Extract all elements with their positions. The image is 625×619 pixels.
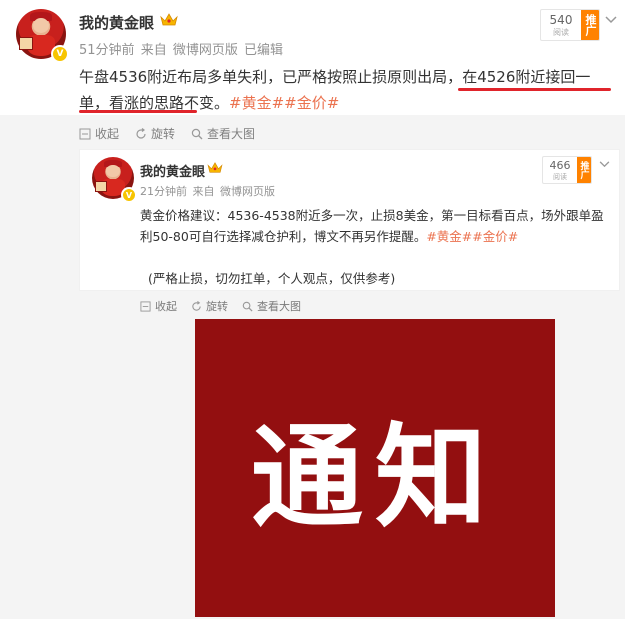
post-text-main: 午盘4536附近布局多单失利，已严格按照止损原则出局，: [79, 68, 463, 86]
view-large-button[interactable]: 查看大图: [191, 125, 255, 142]
retweet-tags[interactable]: #黄金##金价#: [426, 229, 518, 244]
zoom-icon: [242, 301, 253, 312]
read-count-box[interactable]: 540 阅读 推广: [540, 9, 600, 41]
username[interactable]: 我的黄金眼: [79, 12, 154, 33]
retweet-text: 黄金价格建议：4536-4538附近多一次，止损8美金，第一目标看百点，场外跟单…: [140, 208, 604, 244]
view-large-button[interactable]: 查看大图: [242, 298, 301, 314]
chevron-down-icon[interactable]: [599, 157, 610, 171]
post-time[interactable]: 51分钟前: [79, 43, 135, 58]
notice-image[interactable]: 通知: [195, 319, 555, 617]
image-actions: 收起 旋转 查看大图: [79, 125, 271, 142]
chevron-down-icon[interactable]: [605, 13, 617, 27]
post-source[interactable]: 微博网页版: [173, 43, 238, 58]
retweet-body: 黄金价格建议：4536-4538附近多一次，止损8美金，第一目标看百点，场外跟单…: [140, 205, 614, 289]
highlight-underline: [458, 88, 611, 91]
crown-icon: [160, 13, 178, 26]
verified-badge-icon: V: [51, 45, 69, 63]
verified-badge-icon: V: [121, 187, 137, 203]
collapse-icon: [140, 300, 151, 312]
retweet-read-count: 466 阅读: [549, 158, 571, 181]
highlight-underline: [79, 110, 197, 113]
post-meta: 51分钟前 来自 微博网页版 已编辑: [79, 39, 285, 58]
retweet-username[interactable]: 我的黄金眼: [140, 161, 205, 180]
collapse-button[interactable]: 收起: [140, 298, 177, 314]
edited-label: 已编辑: [244, 43, 284, 58]
collapse-icon: [79, 128, 91, 139]
weibo-post-page: V 我的黄金眼 51分钟前 来自 微博网页版 已编辑 540 阅读 推广 午盘4…: [0, 0, 625, 619]
rotate-icon: [192, 300, 201, 311]
rotate-button[interactable]: 旋转: [135, 125, 175, 142]
retweet-image-actions: 收起 旋转 查看大图: [140, 298, 315, 314]
rotate-icon: [136, 127, 146, 139]
notice-text: 通知: [251, 413, 499, 543]
retweet-note: (严格止损，切勿扛单，个人观点，仅供参考): [148, 271, 396, 286]
rotate-button[interactable]: 旋转: [191, 298, 228, 314]
crown-icon: [207, 162, 223, 173]
post-tags[interactable]: #黄金##金价#: [229, 94, 339, 112]
retweet-meta: 21分钟前 来自 微博网页版: [140, 183, 277, 199]
source-prefix: 来自: [140, 43, 167, 58]
retweet-promote-button[interactable]: 推广: [577, 157, 591, 183]
source-prefix: 来自: [192, 185, 215, 198]
collapse-button[interactable]: 收起: [79, 125, 119, 142]
read-count: 540 阅读: [549, 12, 573, 37]
retweet-read-count-box[interactable]: 466 阅读 推广: [542, 156, 592, 184]
zoom-icon: [191, 128, 203, 139]
retweet-time[interactable]: 21分钟前: [140, 185, 187, 198]
retweet-source[interactable]: 微博网页版: [220, 185, 275, 198]
promote-button[interactable]: 推广: [581, 10, 599, 40]
